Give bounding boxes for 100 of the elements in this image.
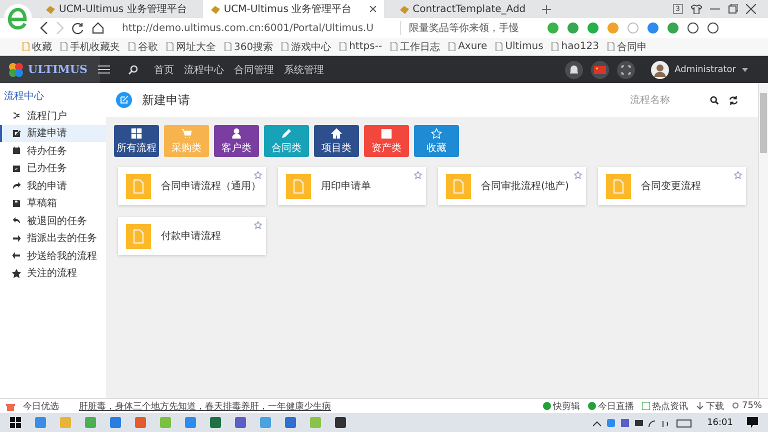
bookmark-link[interactable]: 合同申 bbox=[606, 40, 647, 54]
sidebar-item[interactable]: 指派出去的任务 bbox=[0, 230, 106, 247]
category-icon bbox=[381, 128, 392, 138]
flag-icon[interactable] bbox=[590, 60, 609, 78]
search-icon[interactable] bbox=[128, 64, 138, 74]
start-icon[interactable] bbox=[10, 417, 21, 428]
sidebar-item[interactable]: 草稿箱 bbox=[0, 194, 106, 212]
app-logo[interactable]: ULTIMUS bbox=[0, 56, 100, 83]
sidebar-item[interactable]: 抄送给我的流程 bbox=[0, 247, 106, 264]
edit-icon bbox=[116, 92, 132, 108]
bookmark-link[interactable]: https-- bbox=[339, 41, 382, 52]
star-icon[interactable] bbox=[254, 171, 262, 179]
page-title: 新建申请 bbox=[142, 92, 190, 108]
nav-link[interactable]: 首页 bbox=[154, 62, 174, 76]
news-link[interactable]: 肝脏毒，身体三个地方先知道，春天排毒养肝，一年健康少生病 bbox=[79, 400, 331, 412]
sidebar-item-icon bbox=[12, 128, 21, 138]
bookmark-link[interactable]: 收藏 bbox=[22, 40, 52, 54]
scrollbar-thumb[interactable] bbox=[760, 93, 767, 153]
sidebar-item[interactable]: 关注的流程 bbox=[0, 264, 106, 282]
nav-link[interactable]: 合同管理 bbox=[234, 62, 274, 76]
gift-icon bbox=[6, 402, 15, 410]
bookmark-link[interactable]: 手机收藏夹 bbox=[60, 40, 120, 54]
sidebar-item[interactable]: 流程门户 bbox=[0, 107, 106, 124]
category-icon bbox=[281, 128, 292, 138]
taskbar-app-icon[interactable] bbox=[235, 417, 246, 428]
star-icon[interactable] bbox=[734, 171, 742, 179]
bookmark-link[interactable]: 网址大全 bbox=[166, 40, 216, 54]
bookmark-link[interactable]: hao123 bbox=[551, 41, 599, 52]
star-icon[interactable] bbox=[574, 171, 582, 179]
process-card[interactable]: 付款申请流程 bbox=[118, 217, 266, 255]
bookmark-link[interactable]: 谷歌 bbox=[128, 40, 158, 54]
star-icon[interactable] bbox=[254, 221, 262, 229]
browser-search-field[interactable]: 限量奖品等你来领，手慢 bbox=[400, 21, 539, 35]
process-card[interactable]: 用印申请单 bbox=[278, 167, 426, 205]
status-link[interactable]: 今日直播 bbox=[588, 400, 634, 412]
bookmark-link[interactable]: 360搜索 bbox=[224, 40, 274, 54]
back-icon[interactable] bbox=[40, 22, 48, 34]
star-icon[interactable] bbox=[414, 171, 422, 179]
system-tray-icons-drawing[interactable] bbox=[593, 418, 694, 428]
fullscreen-icon[interactable] bbox=[616, 60, 635, 78]
page-icon bbox=[166, 42, 174, 51]
document-icon bbox=[126, 224, 152, 248]
scrollbar[interactable] bbox=[758, 83, 768, 398]
taskbar-app-icon[interactable] bbox=[210, 417, 221, 428]
page-icon bbox=[224, 42, 232, 51]
sidebar-item[interactable]: 新建申请 bbox=[0, 124, 106, 142]
page-icon bbox=[495, 42, 504, 51]
page-icon bbox=[606, 42, 615, 51]
browser-tab[interactable]: ContractTemplate_Add bbox=[392, 0, 534, 18]
close-icon[interactable] bbox=[746, 4, 756, 14]
reload-icon[interactable] bbox=[72, 22, 84, 34]
browser-tab[interactable]: UCM-Ultimus 业务管理平台 bbox=[38, 0, 195, 18]
user-menu[interactable]: Administrator bbox=[650, 60, 748, 78]
notification-bell-icon[interactable] bbox=[564, 60, 583, 78]
sidebar-item[interactable]: 被退回的任务 bbox=[0, 212, 106, 230]
status-link[interactable]: 今日优选 bbox=[23, 400, 59, 412]
clock-time[interactable]: 16:01 bbox=[707, 418, 733, 428]
toolbar-extension-icon[interactable] bbox=[707, 22, 719, 34]
taskbar-app-icon[interactable] bbox=[335, 417, 346, 428]
page-icon bbox=[551, 42, 560, 51]
status-link[interactable]: 下载 bbox=[696, 400, 724, 412]
sidebar-item[interactable]: 待办任务 bbox=[0, 142, 106, 160]
status-icon bbox=[588, 402, 596, 410]
category-button[interactable]: 所有流程 bbox=[114, 125, 160, 157]
logo-icon bbox=[8, 62, 24, 78]
bookmark-link[interactable]: Ultimus bbox=[495, 41, 544, 52]
category-button[interactable]: 项目类 bbox=[314, 125, 360, 157]
shirt-icon[interactable] bbox=[691, 4, 702, 14]
browser-tab[interactable]: UCM-Ultimus 业务管理平台 bbox=[202, 0, 384, 18]
bookmark-link[interactable]: 游戏中心 bbox=[281, 40, 332, 54]
bookmark-link[interactable]: 工作日志 bbox=[390, 40, 440, 54]
sidebar-item[interactable]: 我的申请 bbox=[0, 177, 106, 194]
document-icon bbox=[286, 174, 312, 198]
nav-link[interactable]: 系统管理 bbox=[284, 62, 324, 76]
address-field[interactable]: http://demo.ultimus.com.cn:6001/Portal/Ultimus.U bbox=[122, 22, 392, 34]
category-button[interactable]: 收藏 bbox=[414, 125, 460, 157]
new-tab-icon[interactable] bbox=[542, 4, 551, 14]
notification-icon[interactable] bbox=[747, 417, 758, 428]
toolbar-extension-icon[interactable] bbox=[687, 22, 699, 34]
sidebar-item-icon bbox=[12, 146, 21, 156]
home-icon[interactable] bbox=[92, 22, 104, 34]
refresh-icon[interactable] bbox=[729, 96, 738, 104]
process-card[interactable]: 合同申请流程（通用） bbox=[118, 167, 266, 205]
process-card[interactable]: 合同审批流程(地产) bbox=[438, 167, 586, 205]
taskbar-app-icon[interactable] bbox=[285, 417, 296, 428]
status-link[interactable]: 热点资讯 bbox=[642, 400, 688, 412]
bookmark-link[interactable]: Axure bbox=[448, 41, 488, 52]
close-tab-icon[interactable] bbox=[370, 6, 376, 12]
status-link[interactable]: 75% bbox=[732, 401, 762, 411]
menu-icon[interactable] bbox=[98, 65, 110, 74]
page-icon bbox=[448, 42, 456, 51]
sidebar-item[interactable]: 已办任务 bbox=[0, 160, 106, 177]
category-button[interactable]: 资产类 bbox=[364, 125, 410, 157]
status-link[interactable]: 快剪辑 bbox=[542, 400, 580, 412]
search-icon[interactable] bbox=[710, 96, 720, 104]
nav-link[interactable]: 流程中心 bbox=[184, 62, 224, 76]
process-card[interactable]: 合同变更流程 bbox=[598, 167, 746, 205]
category-button[interactable]: 客户类 bbox=[214, 125, 260, 157]
restore-icon[interactable] bbox=[728, 4, 738, 14]
sidebar-section-title: 流程中心 bbox=[3, 90, 45, 104]
